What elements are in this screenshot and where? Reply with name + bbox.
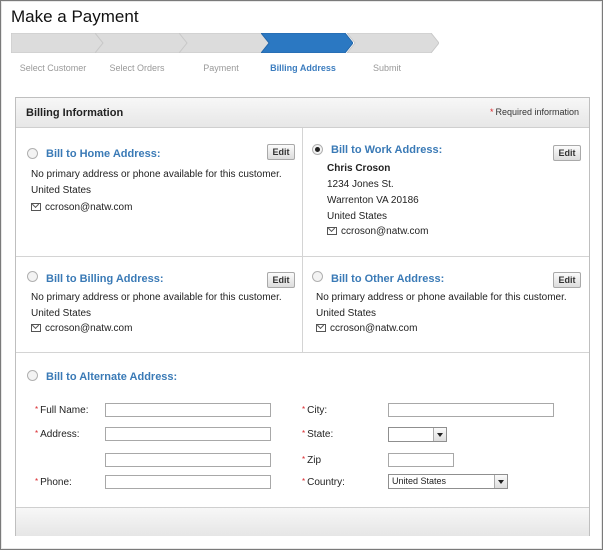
full-name-label: * Full Name: [35,405,89,416]
column-divider [302,128,303,352]
work-email[interactable]: ccroson@natw.com [327,226,428,237]
home-country: United States [31,185,92,196]
step-label: Select Orders [109,63,165,73]
other-country: United States [316,308,377,319]
panel-footer [16,507,589,536]
home-edit-button[interactable]: Edit [267,144,295,160]
state-select[interactable] [388,427,447,442]
work-name: Chris Croson [327,163,391,174]
address-label: * Address: [35,429,80,440]
step-label: Select Customer [19,63,87,73]
address-input[interactable] [105,427,271,441]
work-street: 1234 Jones St. [327,179,394,190]
home-note: No primary address or phone available fo… [31,169,282,180]
home-email[interactable]: ccroson@natw.com [31,202,132,213]
step-labels: Select Customer Select Orders Payment Bi… [0,63,603,77]
work-address-title[interactable]: Bill to Work Address: [331,144,442,156]
mail-icon [31,203,41,212]
other-address-radio[interactable] [312,271,323,282]
work-country: United States [327,211,388,222]
billing-email[interactable]: ccroson@natw.com [31,323,132,334]
step-label-active: Billing Address [270,63,336,73]
other-address-title[interactable]: Bill to Other Address: [331,273,444,285]
billing-edit-button[interactable]: Edit [267,272,295,288]
other-email[interactable]: ccroson@natw.com [316,323,417,334]
billing-address-radio[interactable] [27,271,38,282]
address-line2-input[interactable] [105,453,271,467]
country-select-value: United States [392,476,447,486]
progress-steps [11,33,441,53]
step-label: Submit [372,63,401,73]
country-label: * Country: [302,477,345,488]
home-email-text[interactable]: ccroson@natw.com [45,202,132,213]
alternate-address-title[interactable]: Bill to Alternate Address: [46,371,177,383]
other-note: No primary address or phone available fo… [316,292,567,303]
step-payment [179,33,271,53]
billing-information-panel: Billing Information * Required informatio… [15,97,590,536]
work-email-text[interactable]: ccroson@natw.com [341,226,428,237]
step-select-customer [11,33,103,53]
mail-icon [327,227,337,236]
country-select[interactable]: United States [388,474,508,489]
required-note: * Required information [490,107,579,117]
step-select-orders [95,33,191,53]
step-label: Payment [203,63,239,73]
zip-input[interactable] [388,453,454,467]
required-mark: * [489,107,494,117]
city-input[interactable] [388,403,554,417]
billing-country: United States [31,308,92,319]
work-city-line: Warrenton VA 20186 [327,195,419,206]
required-note-text: Required information [495,107,579,117]
mail-icon [316,324,326,333]
mail-icon [31,324,41,333]
phone-input[interactable] [105,475,271,489]
panel-title: Billing Information [26,107,124,119]
billing-address-title[interactable]: Bill to Billing Address: [46,273,164,285]
billing-note: No primary address or phone available fo… [31,292,282,303]
full-name-input[interactable] [105,403,271,417]
other-edit-button[interactable]: Edit [553,272,581,288]
panel-header: Billing Information * Required informatio… [16,98,589,128]
phone-label: * Phone: [35,477,72,488]
step-submit [347,33,439,53]
zip-label: * Zip [302,455,322,466]
city-label: * City: [302,405,328,416]
state-label: * State: [302,429,334,440]
work-address-radio[interactable] [312,144,323,155]
home-address-title[interactable]: Bill to Home Address: [46,148,161,160]
chevron-down-icon[interactable] [494,475,507,488]
chevron-down-icon[interactable] [433,428,446,441]
billing-email-text[interactable]: ccroson@natw.com [45,323,132,334]
work-edit-button[interactable]: Edit [553,145,581,161]
home-address-radio[interactable] [27,148,38,159]
alternate-address-radio[interactable] [27,370,38,381]
page-title: Make a Payment [11,7,139,26]
step-billing-address [261,33,353,53]
other-email-text[interactable]: ccroson@natw.com [330,323,417,334]
